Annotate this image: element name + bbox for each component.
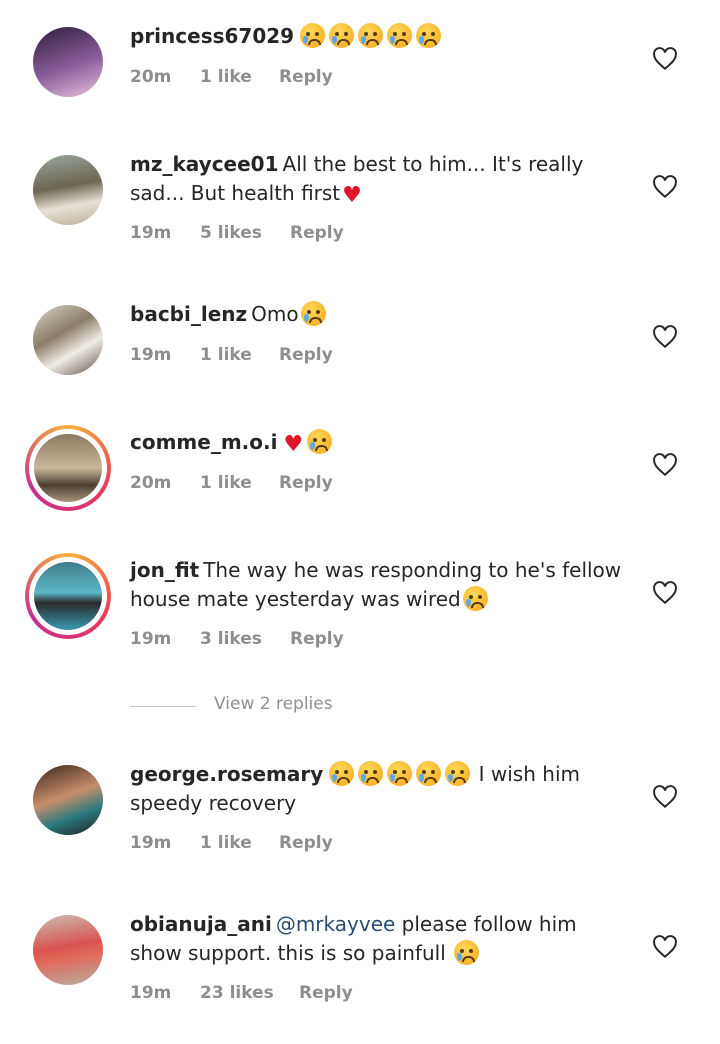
comment-username[interactable]: jon_fit xyxy=(130,558,199,582)
comment-text: Omo xyxy=(251,302,299,326)
view-replies-label: View 2 replies xyxy=(214,694,333,714)
heart-outline-icon[interactable] xyxy=(652,453,678,477)
comment-time: 19m xyxy=(130,345,172,365)
mention-link[interactable]: @mrkayvee xyxy=(276,912,395,936)
comment-time: 20m xyxy=(130,67,172,87)
comment-username[interactable]: bacbi_lenz xyxy=(130,302,247,326)
story-avatar[interactable] xyxy=(25,425,111,511)
heart-outline-icon[interactable] xyxy=(652,175,678,199)
crying-emoji-icon xyxy=(358,761,384,786)
crying-emoji-icon xyxy=(358,23,384,48)
crying-emoji-icon xyxy=(329,23,355,48)
comment-likes[interactable]: 23 likes xyxy=(200,983,274,1003)
heart-outline-icon[interactable] xyxy=(652,581,678,605)
red-heart-emoji-icon: ♥ xyxy=(283,432,304,457)
crying-emoji-icon xyxy=(462,586,488,611)
comment-likes[interactable]: 1 like xyxy=(200,833,252,853)
reply-button[interactable]: Reply xyxy=(279,345,333,365)
red-heart-emoji-icon: ♥ xyxy=(342,183,362,208)
comment-username[interactable]: comme_m.o.i xyxy=(130,430,277,454)
reply-button[interactable]: Reply xyxy=(279,67,333,87)
comment-likes[interactable]: 5 likes xyxy=(200,223,262,243)
comment-time: 19m xyxy=(130,983,172,1003)
heart-outline-icon[interactable] xyxy=(652,935,678,959)
crying-emoji-icon xyxy=(416,761,442,786)
comment-username[interactable]: obianuja_ani xyxy=(130,912,272,936)
comment-username[interactable]: mz_kaycee01 xyxy=(130,152,279,176)
crying-emoji-icon xyxy=(300,301,326,326)
crying-emoji-icon xyxy=(454,940,480,965)
heart-outline-icon[interactable] xyxy=(652,47,678,71)
avatar[interactable] xyxy=(33,915,103,985)
comment-username[interactable]: george.rosemary xyxy=(130,762,323,786)
heart-outline-icon[interactable] xyxy=(652,785,678,809)
comment-likes[interactable]: 3 likes xyxy=(200,629,262,649)
reply-button[interactable]: Reply xyxy=(279,473,333,493)
reply-button[interactable]: Reply xyxy=(290,629,344,649)
crying-emoji-icon xyxy=(387,23,413,48)
story-avatar[interactable] xyxy=(25,553,111,639)
view-replies-button[interactable]: View 2 replies xyxy=(130,694,430,718)
comment-time: 19m xyxy=(130,223,172,243)
comment-time: 19m xyxy=(130,833,172,853)
crying-emoji-icon xyxy=(300,23,326,48)
reply-button[interactable]: Reply xyxy=(290,223,344,243)
avatar[interactable] xyxy=(33,765,103,835)
crying-emoji-icon xyxy=(445,761,471,786)
comment-time: 20m xyxy=(130,473,172,493)
comment-likes[interactable]: 1 like xyxy=(200,345,252,365)
comment-text: The way he was responding to he's fellow… xyxy=(130,558,622,611)
crying-emoji-icon xyxy=(416,23,442,48)
comment-likes[interactable]: 1 like xyxy=(200,67,252,87)
comment-likes[interactable]: 1 like xyxy=(200,473,252,493)
crying-emoji-icon xyxy=(307,429,333,454)
divider-line xyxy=(130,706,196,707)
avatar[interactable] xyxy=(33,305,103,375)
heart-outline-icon[interactable] xyxy=(652,325,678,349)
comment-username[interactable]: princess67029 xyxy=(130,24,294,48)
reply-button[interactable]: Reply xyxy=(299,983,353,1003)
crying-emoji-icon xyxy=(387,761,413,786)
crying-emoji-icon xyxy=(329,761,355,786)
avatar[interactable] xyxy=(33,27,103,97)
avatar[interactable] xyxy=(33,155,103,225)
reply-button[interactable]: Reply xyxy=(279,833,333,853)
comment-time: 19m xyxy=(130,629,172,649)
